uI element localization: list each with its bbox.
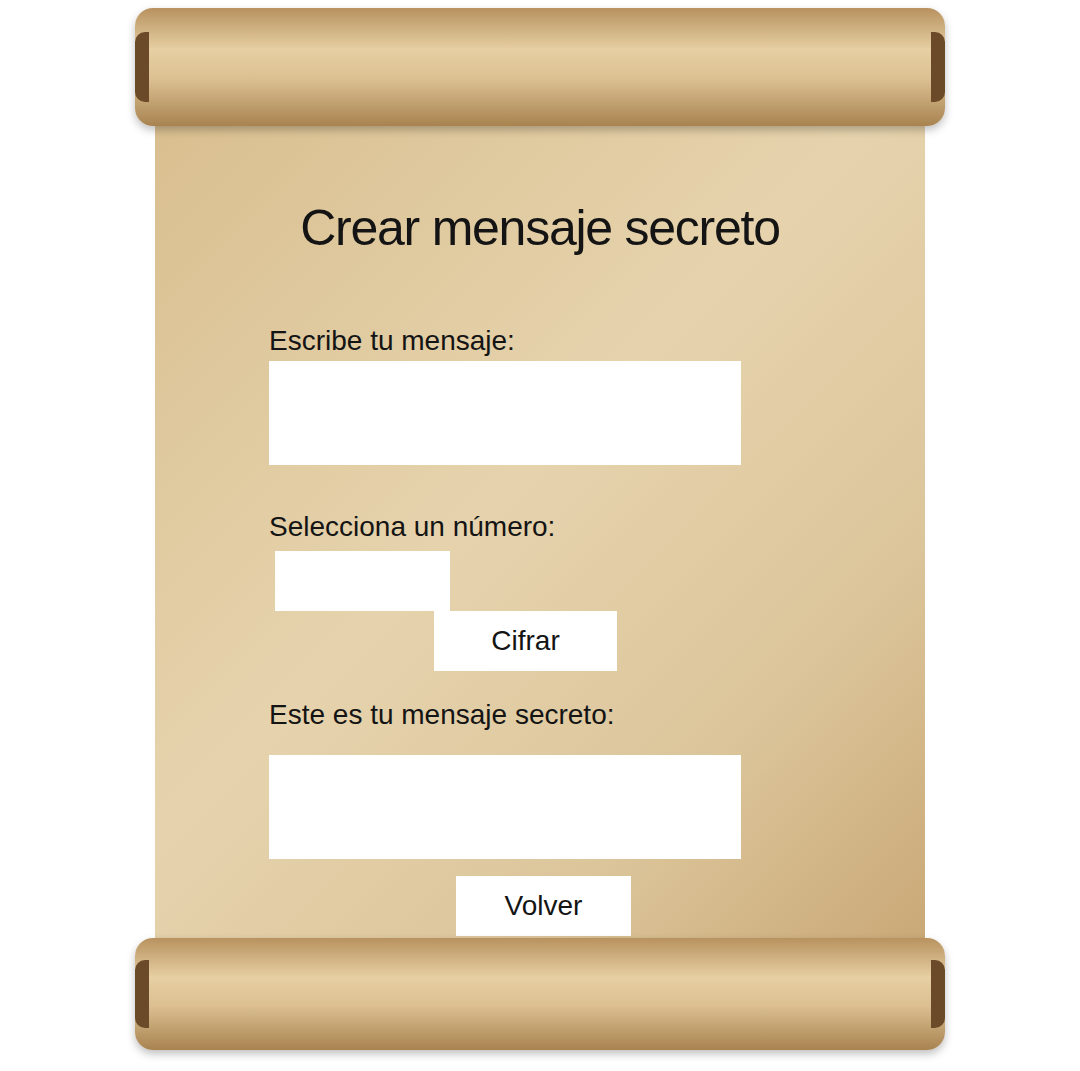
result-label: Este es tu mensaje secreto: (269, 697, 615, 733)
roll-right-end (931, 32, 945, 103)
roll-right-end (931, 960, 945, 1027)
result-output[interactable] (269, 755, 741, 859)
roll-left-end (135, 32, 149, 103)
form: Escribe tu mensaje: Selecciona un número:… (155, 260, 925, 936)
scroll-top-roll (135, 8, 945, 126)
cipher-button[interactable]: Cifrar (434, 611, 617, 671)
scroll-bottom-roll (135, 938, 945, 1050)
back-button[interactable]: Volver (456, 876, 631, 936)
number-input[interactable] (275, 551, 450, 611)
roll-left-end (135, 960, 149, 1027)
message-label: Escribe tu mensaje: (269, 323, 515, 359)
scroll: Crear mensaje secretoEscribe tu mensaje:… (135, 8, 945, 1050)
parchment: Crear mensaje secretoEscribe tu mensaje:… (155, 126, 925, 938)
page-title: Crear mensaje secreto (155, 196, 925, 260)
scroll-bottom (135, 938, 945, 1050)
number-label: Selecciona un número: (269, 509, 555, 545)
message-input[interactable] (269, 361, 741, 465)
page: Crear mensaje secretoEscribe tu mensaje:… (0, 0, 1080, 1071)
scroll-top (135, 8, 945, 126)
